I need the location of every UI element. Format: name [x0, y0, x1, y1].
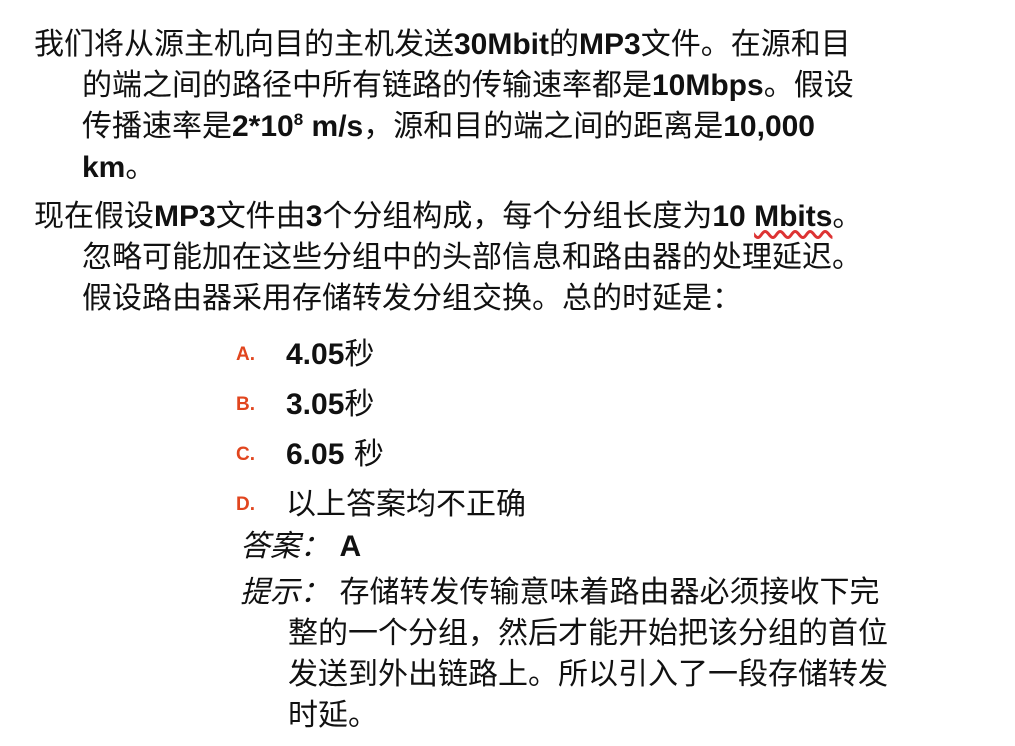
distance: 10,000: [723, 110, 815, 143]
option-unit: 以上答案均不正确: [286, 487, 526, 522]
question-line-2: 的端之间的路径中所有链路的传输速率都是10Mbps。假设: [34, 65, 984, 106]
answer-value: A: [339, 530, 362, 563]
propagation-speed: 2*10: [232, 110, 294, 143]
question-line-7: 假设路由器采用存储转发分组交换。总的时延是：: [82, 281, 742, 316]
text: 的端之间的路径中所有链路的传输速率都是: [82, 68, 652, 103]
option-letter: C.: [236, 444, 255, 465]
option-c[interactable]: C. 6.05 秒: [236, 426, 936, 476]
question-paragraph-1: 我们将从源主机向目的主机发送30Mbit的MP3文件。在源和目 的端之间的路径中…: [34, 24, 984, 188]
hint: 提示： 存储转发传输意味着路由器必须接收下完 整的一个分组，然后才能开始把该分组…: [240, 572, 980, 736]
text: 我们将从源主机向目的主机发送: [34, 27, 454, 62]
option-text: 6.05 秒: [286, 429, 384, 473]
file-type: MP3: [154, 200, 216, 233]
hint-line-1: 提示： 存储转发传输意味着路由器必须接收下完: [240, 572, 980, 613]
text: ，源和目的端之间的距离是: [363, 109, 724, 144]
text: 个分组构成，每个分组长度为: [322, 199, 713, 234]
exponent: 8: [293, 110, 304, 129]
packet-size: 10: [712, 200, 755, 233]
option-text: 以上答案均不正确: [286, 479, 526, 523]
text: 的: [549, 27, 580, 62]
text: 。: [125, 150, 156, 185]
option-unit: 秒: [344, 387, 375, 422]
answer-label: 答案：: [240, 529, 330, 564]
text: 。: [832, 199, 863, 234]
question-paragraph-2: 现在假设MP3文件由3个分组构成，每个分组长度为10 Mbits。 忽略可能加在…: [34, 196, 984, 319]
text: 。假设: [763, 68, 854, 103]
option-text: 3.05秒: [286, 379, 374, 423]
unit: km: [82, 151, 126, 184]
option-unit: 秒: [344, 437, 384, 472]
question-line-3: 传播速率是2*108 m/s，源和目的端之间的距离是10,000: [34, 106, 984, 147]
hint-line-3: 发送到外出链路上。所以引入了一段存储转发: [288, 657, 888, 692]
option-unit: 秒: [344, 337, 375, 372]
option-value: 3.05: [286, 388, 345, 421]
option-d[interactable]: D. 以上答案均不正确: [236, 476, 936, 526]
option-a[interactable]: A. 4.05秒: [236, 326, 936, 376]
question-line-6: 忽略可能加在这些分组中的头部信息和路由器的处理延迟。: [82, 240, 862, 275]
unit: m/s: [303, 110, 364, 143]
option-letter: D.: [236, 494, 255, 515]
answer: 答案： A: [240, 521, 361, 565]
packet-size-unit: Mbits: [754, 200, 833, 233]
file-type: MP3: [579, 28, 641, 61]
hint-text: 存储转发传输意味着路由器必须接收下完: [330, 575, 880, 610]
text: 传播速率是: [82, 109, 232, 144]
file-size: 30Mbit: [454, 28, 550, 61]
option-value: 4.05: [286, 338, 345, 371]
option-letter: B.: [236, 394, 255, 415]
text: 文件。在源和目: [640, 27, 851, 62]
question-line-1: 我们将从源主机向目的主机发送30Mbit的MP3文件。在源和目: [34, 24, 984, 65]
link-rate: 10Mbps: [652, 69, 764, 102]
question-line-4: km。: [34, 147, 984, 188]
slide: 我们将从源主机向目的主机发送30Mbit的MP3文件。在源和目 的端之间的路径中…: [0, 0, 1015, 746]
hint-label: 提示：: [240, 575, 330, 610]
text: 现在假设: [34, 199, 154, 234]
option-text: 4.05秒: [286, 329, 374, 373]
option-b[interactable]: B. 3.05秒: [236, 376, 936, 426]
question-line-5: 现在假设MP3文件由3个分组构成，每个分组长度为10 Mbits。: [34, 196, 984, 237]
text: 文件由: [215, 199, 306, 234]
option-letter: A.: [236, 344, 255, 365]
hint-line-2: 整的一个分组，然后才能开始把该分组的首位: [288, 616, 888, 651]
hint-line-4: 时延。: [288, 698, 378, 733]
packet-count: 3: [305, 200, 323, 233]
options-list: A. 4.05秒 B. 3.05秒 C. 6.05 秒 D. 以上答案均不正确: [236, 326, 936, 526]
option-value: 6.05: [286, 438, 345, 471]
